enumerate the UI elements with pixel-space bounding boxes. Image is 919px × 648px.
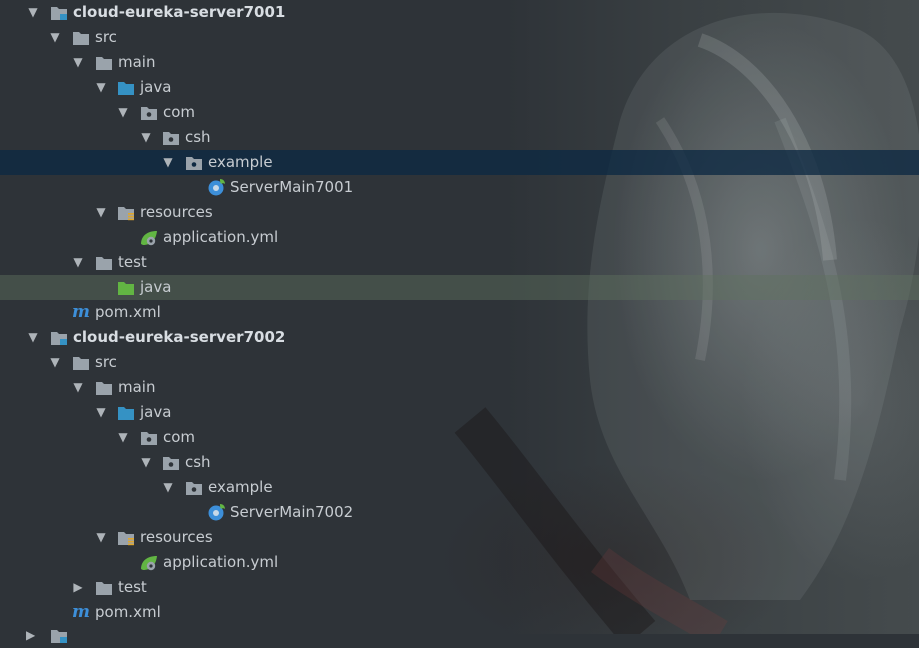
file-label: pom.xml bbox=[95, 603, 161, 621]
tree-row-pom[interactable]: m pom.xml bbox=[0, 300, 919, 325]
tree-row-partial[interactable]: ▶ bbox=[0, 623, 919, 648]
chevron-down-icon[interactable]: ▼ bbox=[71, 375, 85, 400]
chevron-down-icon[interactable]: ▼ bbox=[116, 100, 130, 125]
tree-row-java[interactable]: ▼ java bbox=[0, 400, 919, 425]
tree-row-class-file[interactable]: ServerMain7001 bbox=[0, 175, 919, 200]
chevron-right-icon[interactable]: ▶ bbox=[71, 575, 85, 600]
resources-folder-icon bbox=[118, 207, 134, 221]
tree-row-package-csh[interactable]: ▼ csh bbox=[0, 125, 919, 150]
folder-icon bbox=[96, 582, 112, 595]
package-label: csh bbox=[185, 453, 211, 471]
project-tree[interactable]: ▼ cloud-eureka-server7001 ▼ src ▼ main ▼… bbox=[0, 0, 919, 625]
folder-label: resources bbox=[140, 203, 213, 221]
file-label: application.yml bbox=[163, 228, 279, 246]
folder-icon bbox=[96, 257, 112, 270]
folder-label: test bbox=[118, 578, 147, 596]
chevron-down-icon[interactable]: ▼ bbox=[71, 250, 85, 275]
spring-boot-class-icon bbox=[208, 504, 225, 521]
package-label: example bbox=[208, 153, 273, 171]
tree-row-config-file[interactable]: application.yml bbox=[0, 225, 919, 250]
module-name-label: cloud-eureka-server7002 bbox=[73, 328, 286, 346]
tree-row-test-java[interactable]: java bbox=[0, 275, 919, 300]
test-root-icon bbox=[118, 282, 134, 295]
chevron-down-icon[interactable]: ▼ bbox=[116, 425, 130, 450]
maven-icon: m bbox=[72, 602, 90, 622]
chevron-down-icon[interactable]: ▼ bbox=[94, 75, 108, 100]
tree-row-src[interactable]: ▼ src bbox=[0, 25, 919, 50]
chevron-down-icon[interactable]: ▼ bbox=[139, 125, 153, 150]
spring-boot-class-icon bbox=[208, 179, 225, 196]
folder-label: java bbox=[140, 403, 172, 421]
chevron-down-icon[interactable]: ▼ bbox=[139, 450, 153, 475]
tree-row-resources[interactable]: ▼ resources bbox=[0, 525, 919, 550]
tree-row-test[interactable]: ▶ test bbox=[0, 575, 919, 600]
chevron-right-icon[interactable]: ▶ bbox=[26, 623, 35, 648]
chevron-down-icon[interactable]: ▼ bbox=[94, 525, 108, 550]
folder-label: main bbox=[118, 378, 156, 396]
chevron-down-icon[interactable]: ▼ bbox=[161, 150, 175, 175]
tree-row-package-csh[interactable]: ▼ csh bbox=[0, 450, 919, 475]
tree-row-resources[interactable]: ▼ resources bbox=[0, 200, 919, 225]
file-label: ServerMain7001 bbox=[230, 178, 354, 196]
tree-row-module-7001[interactable]: ▼ cloud-eureka-server7001 bbox=[0, 0, 919, 25]
folder-label: java bbox=[140, 78, 172, 96]
folder-label: java bbox=[140, 278, 172, 296]
chevron-down-icon[interactable]: ▼ bbox=[26, 0, 40, 25]
folder-label: test bbox=[118, 253, 147, 271]
chevron-down-icon[interactable]: ▼ bbox=[94, 400, 108, 425]
tree-row-test[interactable]: ▼ test bbox=[0, 250, 919, 275]
package-label: com bbox=[163, 428, 196, 446]
file-label: application.yml bbox=[163, 553, 279, 571]
package-icon bbox=[141, 107, 157, 120]
folder-label: resources bbox=[140, 528, 213, 546]
tree-row-main[interactable]: ▼ main bbox=[0, 375, 919, 400]
chevron-down-icon[interactable]: ▼ bbox=[161, 475, 175, 500]
module-folder-icon bbox=[51, 630, 67, 643]
folder-icon bbox=[96, 382, 112, 395]
module-name-label: cloud-eureka-server7001 bbox=[73, 3, 286, 21]
tree-row-java[interactable]: ▼ java bbox=[0, 75, 919, 100]
module-folder-icon bbox=[51, 332, 67, 345]
tree-row-src[interactable]: ▼ src bbox=[0, 350, 919, 375]
module-folder-icon bbox=[51, 7, 67, 20]
package-icon bbox=[141, 432, 157, 445]
file-label: pom.xml bbox=[95, 303, 161, 321]
tree-row-package-example[interactable]: ▼ example bbox=[0, 475, 919, 500]
tree-row-package-example[interactable]: ▼ example bbox=[0, 150, 919, 175]
tree-row-pom[interactable]: m pom.xml bbox=[0, 600, 919, 625]
folder-label: main bbox=[118, 53, 156, 71]
folder-icon bbox=[73, 357, 89, 370]
package-label: csh bbox=[185, 128, 211, 146]
tree-row-config-file[interactable]: application.yml bbox=[0, 550, 919, 575]
chevron-down-icon[interactable]: ▼ bbox=[48, 25, 62, 50]
file-label: ServerMain7002 bbox=[230, 503, 354, 521]
chevron-down-icon[interactable]: ▼ bbox=[26, 325, 40, 350]
spring-config-icon bbox=[141, 556, 157, 571]
source-root-icon bbox=[118, 82, 134, 95]
package-icon bbox=[163, 132, 179, 145]
package-icon bbox=[186, 157, 202, 170]
folder-icon bbox=[96, 57, 112, 70]
folder-label: src bbox=[95, 28, 117, 46]
spring-config-icon bbox=[141, 231, 157, 246]
resources-folder-icon bbox=[118, 532, 134, 546]
folder-label: src bbox=[95, 353, 117, 371]
package-icon bbox=[163, 457, 179, 470]
package-label: com bbox=[163, 103, 196, 121]
tree-row-module-7002[interactable]: ▼ cloud-eureka-server7002 bbox=[0, 325, 919, 350]
chevron-down-icon[interactable]: ▼ bbox=[71, 50, 85, 75]
source-root-icon bbox=[118, 407, 134, 420]
chevron-down-icon[interactable]: ▼ bbox=[48, 350, 62, 375]
tree-row-package-com[interactable]: ▼ com bbox=[0, 425, 919, 450]
tree-row-main[interactable]: ▼ main bbox=[0, 50, 919, 75]
folder-icon bbox=[73, 32, 89, 45]
tree-row-package-com[interactable]: ▼ com bbox=[0, 100, 919, 125]
maven-icon: m bbox=[72, 302, 90, 322]
package-icon bbox=[186, 482, 202, 495]
chevron-down-icon[interactable]: ▼ bbox=[94, 200, 108, 225]
package-label: example bbox=[208, 478, 273, 496]
tree-row-class-file[interactable]: ServerMain7002 bbox=[0, 500, 919, 525]
